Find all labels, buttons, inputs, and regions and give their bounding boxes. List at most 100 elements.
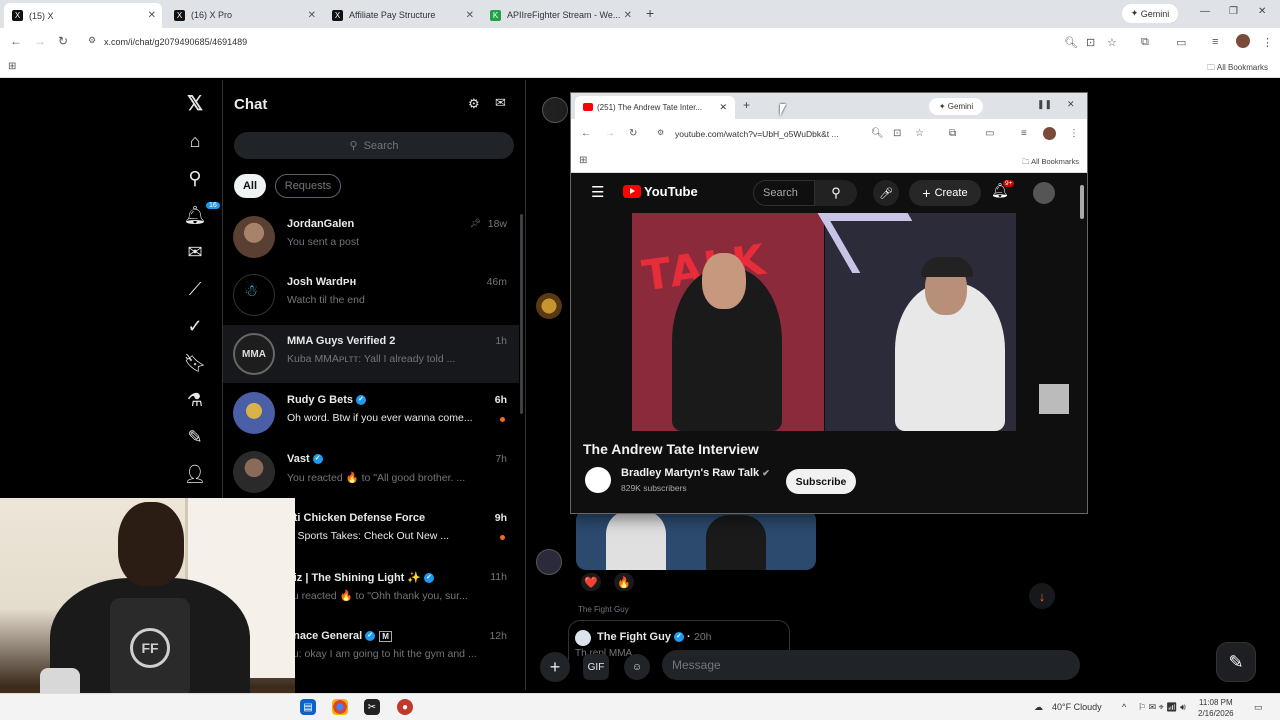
popup-address-bar[interactable]: ⚙ youtube.com/watch?v=UbH_o5WuDbk&t ... [651, 125, 851, 143]
media-icon[interactable]: ≡ [1212, 36, 1218, 48]
popup-tab-youtube[interactable]: (251) The Andrew Tate Inter... ✕ [575, 96, 735, 119]
gif-icon[interactable]: GIF [583, 654, 609, 680]
system-clock[interactable]: 11:08 PM 2/16/2026 [1198, 697, 1234, 719]
conversation-item[interactable]: Vast ✓ You reacted 🔥 to "All good brother… [223, 443, 519, 501]
obs-icon[interactable]: ● [397, 699, 413, 715]
flask-icon[interactable]: ⚗ [182, 387, 208, 413]
chrome-icon[interactable] [332, 699, 348, 715]
youtube-search-input[interactable]: Search [753, 180, 815, 206]
member-avatar[interactable] [536, 549, 562, 575]
sidepanel-icon[interactable]: ▭ [1176, 36, 1186, 49]
youtube-account-avatar[interactable] [1033, 182, 1055, 204]
browser-tab-stream[interactable]: K APIIreFighter Stream - We... ✕ [482, 4, 638, 26]
capcut-icon[interactable]: ✂ [364, 699, 380, 715]
new-tab-button[interactable]: + [743, 98, 750, 112]
profile-icon[interactable]: 👤︎ [182, 461, 208, 487]
conversation-item[interactable]: ☃ Josh Wardᴘʜ Watch til the end 46m [223, 266, 519, 324]
media-icon[interactable]: ≡ [1021, 128, 1027, 139]
verified-icon[interactable]: ✓ [182, 313, 208, 339]
close-tab-icon[interactable]: ✕ [719, 102, 727, 113]
browser-tab-x[interactable]: X (15) X ✕ [4, 3, 162, 28]
member-avatar[interactable] [536, 293, 562, 319]
browser-tab-xpro[interactable]: X (16) X Pro ✕ [166, 4, 322, 26]
file-explorer-icon[interactable]: ▤ [300, 699, 316, 715]
close-tab-icon[interactable]: ✕ [308, 10, 316, 21]
filter-requests-button[interactable]: Requests [275, 174, 341, 198]
reaction-heart[interactable]: ❤️ [581, 573, 601, 591]
bookmarks-icon[interactable]: 🔖︎ [182, 350, 208, 376]
site-info-icon[interactable]: ⚙ [88, 35, 96, 46]
extensions-icon[interactable]: ⧉ [949, 128, 956, 139]
voice-search-icon[interactable]: 🎤︎ [873, 180, 899, 206]
gemini-button[interactable]: ✦ Gemini [929, 98, 983, 115]
sidepanel-icon[interactable]: ▭ [985, 128, 994, 139]
reaction-fire[interactable]: 🔥 [614, 573, 634, 591]
conversation-item-selected[interactable]: MMA MMA Guys Verified 2 Kuba MMAᴘʟᴛᴛ: Ya… [223, 325, 519, 383]
filter-all-button[interactable]: All [234, 174, 266, 198]
zoom-icon[interactable]: 🔍︎ [871, 128, 884, 139]
subscribe-button[interactable]: Subscribe [786, 469, 856, 494]
grok-icon[interactable]: ⟋ [182, 276, 208, 302]
extensions-icon[interactable]: ⧉ [1141, 36, 1149, 49]
menu-icon[interactable]: ⋮ [1262, 36, 1273, 49]
chat-search-input[interactable]: ⚲ Search [234, 132, 514, 159]
back-icon[interactable]: ← [581, 128, 591, 139]
shared-video-thumbnail[interactable] [576, 510, 816, 570]
install-icon[interactable]: ⊡ [1086, 36, 1095, 49]
bookmark-star-icon[interactable]: ☆ [1107, 36, 1117, 49]
reload-icon[interactable]: ↻ [629, 128, 637, 139]
home-icon[interactable]: ⌂ [182, 128, 208, 154]
bookmark-star-icon[interactable]: ☆ [915, 128, 924, 139]
restore-icon[interactable]: ❐ [1229, 6, 1238, 17]
install-icon[interactable]: ⊡ [893, 128, 901, 139]
new-tab-button[interactable]: + [646, 5, 654, 21]
tray-icons[interactable]: ⚐ ✉ ⌖ 📶︎ 🔊︎ [1138, 702, 1186, 713]
scroll-to-bottom-button[interactable]: ↓ [1029, 583, 1055, 609]
profile-avatar[interactable] [1043, 127, 1056, 140]
close-tab-icon[interactable]: ✕ [148, 10, 156, 21]
new-message-icon[interactable]: ✉ [495, 95, 506, 111]
recommended-thumbnail[interactable] [1039, 384, 1069, 414]
forward-icon[interactable]: → [34, 34, 46, 48]
create-button[interactable]: + Create [909, 180, 981, 206]
close-window-icon[interactable]: ✕ [1258, 6, 1266, 17]
conversation-item[interactable]: JordanGalen You sent a post 📌︎ 18w [223, 208, 519, 266]
minimize-icon[interactable]: ❚❚ [1037, 99, 1052, 110]
gemini-button[interactable]: ✦ Gemini [1122, 4, 1178, 23]
notification-center-icon[interactable]: ▭ [1254, 702, 1263, 713]
settings-gear-icon[interactable]: ⚙ [468, 96, 480, 112]
emoji-icon[interactable]: ☺ [624, 654, 650, 680]
all-bookmarks-button[interactable]: 🗀︎ All Bookmarks [1207, 62, 1268, 76]
browser-tab-affiliate[interactable]: X Affiliate Pay Structure ✕ [324, 4, 480, 26]
back-icon[interactable]: ← [10, 34, 22, 48]
apps-grid-icon[interactable]: ⊞ [579, 155, 587, 166]
menu-icon[interactable]: ⋮ [1069, 128, 1079, 139]
compose-list-icon[interactable]: ✎ [182, 424, 208, 450]
zoom-icon[interactable]: 🔍︎ [1064, 36, 1078, 49]
profile-avatar[interactable] [1236, 34, 1250, 48]
channel-name[interactable]: Bradley Martyn's Raw Talk ✔ [621, 467, 770, 479]
close-tab-icon[interactable]: ✕ [624, 10, 632, 21]
youtube-search-button[interactable]: ⚲ [815, 180, 857, 206]
close-tab-icon[interactable]: ✕ [466, 10, 474, 21]
weather-icon[interactable]: ☁ [1034, 702, 1043, 713]
tray-chevron-icon[interactable]: ^ [1122, 702, 1126, 712]
video-player[interactable]: TALK [632, 213, 1016, 431]
youtube-scrollbar[interactable] [1080, 185, 1084, 219]
forward-icon[interactable]: → [605, 128, 615, 139]
channel-avatar[interactable] [585, 467, 611, 493]
youtube-logo[interactable]: YouTube [623, 184, 698, 199]
message-input[interactable]: Message [662, 650, 1080, 680]
site-info-icon[interactable]: ⚙ [657, 128, 664, 137]
messages-icon[interactable]: ✉ [182, 239, 208, 265]
add-attachment-button[interactable]: + [540, 652, 570, 682]
reload-icon[interactable]: ↻ [58, 34, 68, 48]
weather-text[interactable]: 40°F Cloudy [1052, 702, 1102, 712]
close-window-icon[interactable]: ✕ [1067, 99, 1075, 110]
all-bookmarks-button[interactable]: 🗀︎ All Bookmarks [1022, 156, 1079, 169]
notifications-icon[interactable]: 🔔︎ 16 [182, 202, 220, 228]
search-icon[interactable]: ⚲ [182, 165, 208, 191]
apps-grid-icon[interactable]: ⊞ [8, 61, 16, 72]
address-bar[interactable]: ⚙ x.com/i/chat/g2079490685/4691489 [82, 32, 1122, 52]
compose-fab-button[interactable]: ✎ [1216, 642, 1256, 682]
